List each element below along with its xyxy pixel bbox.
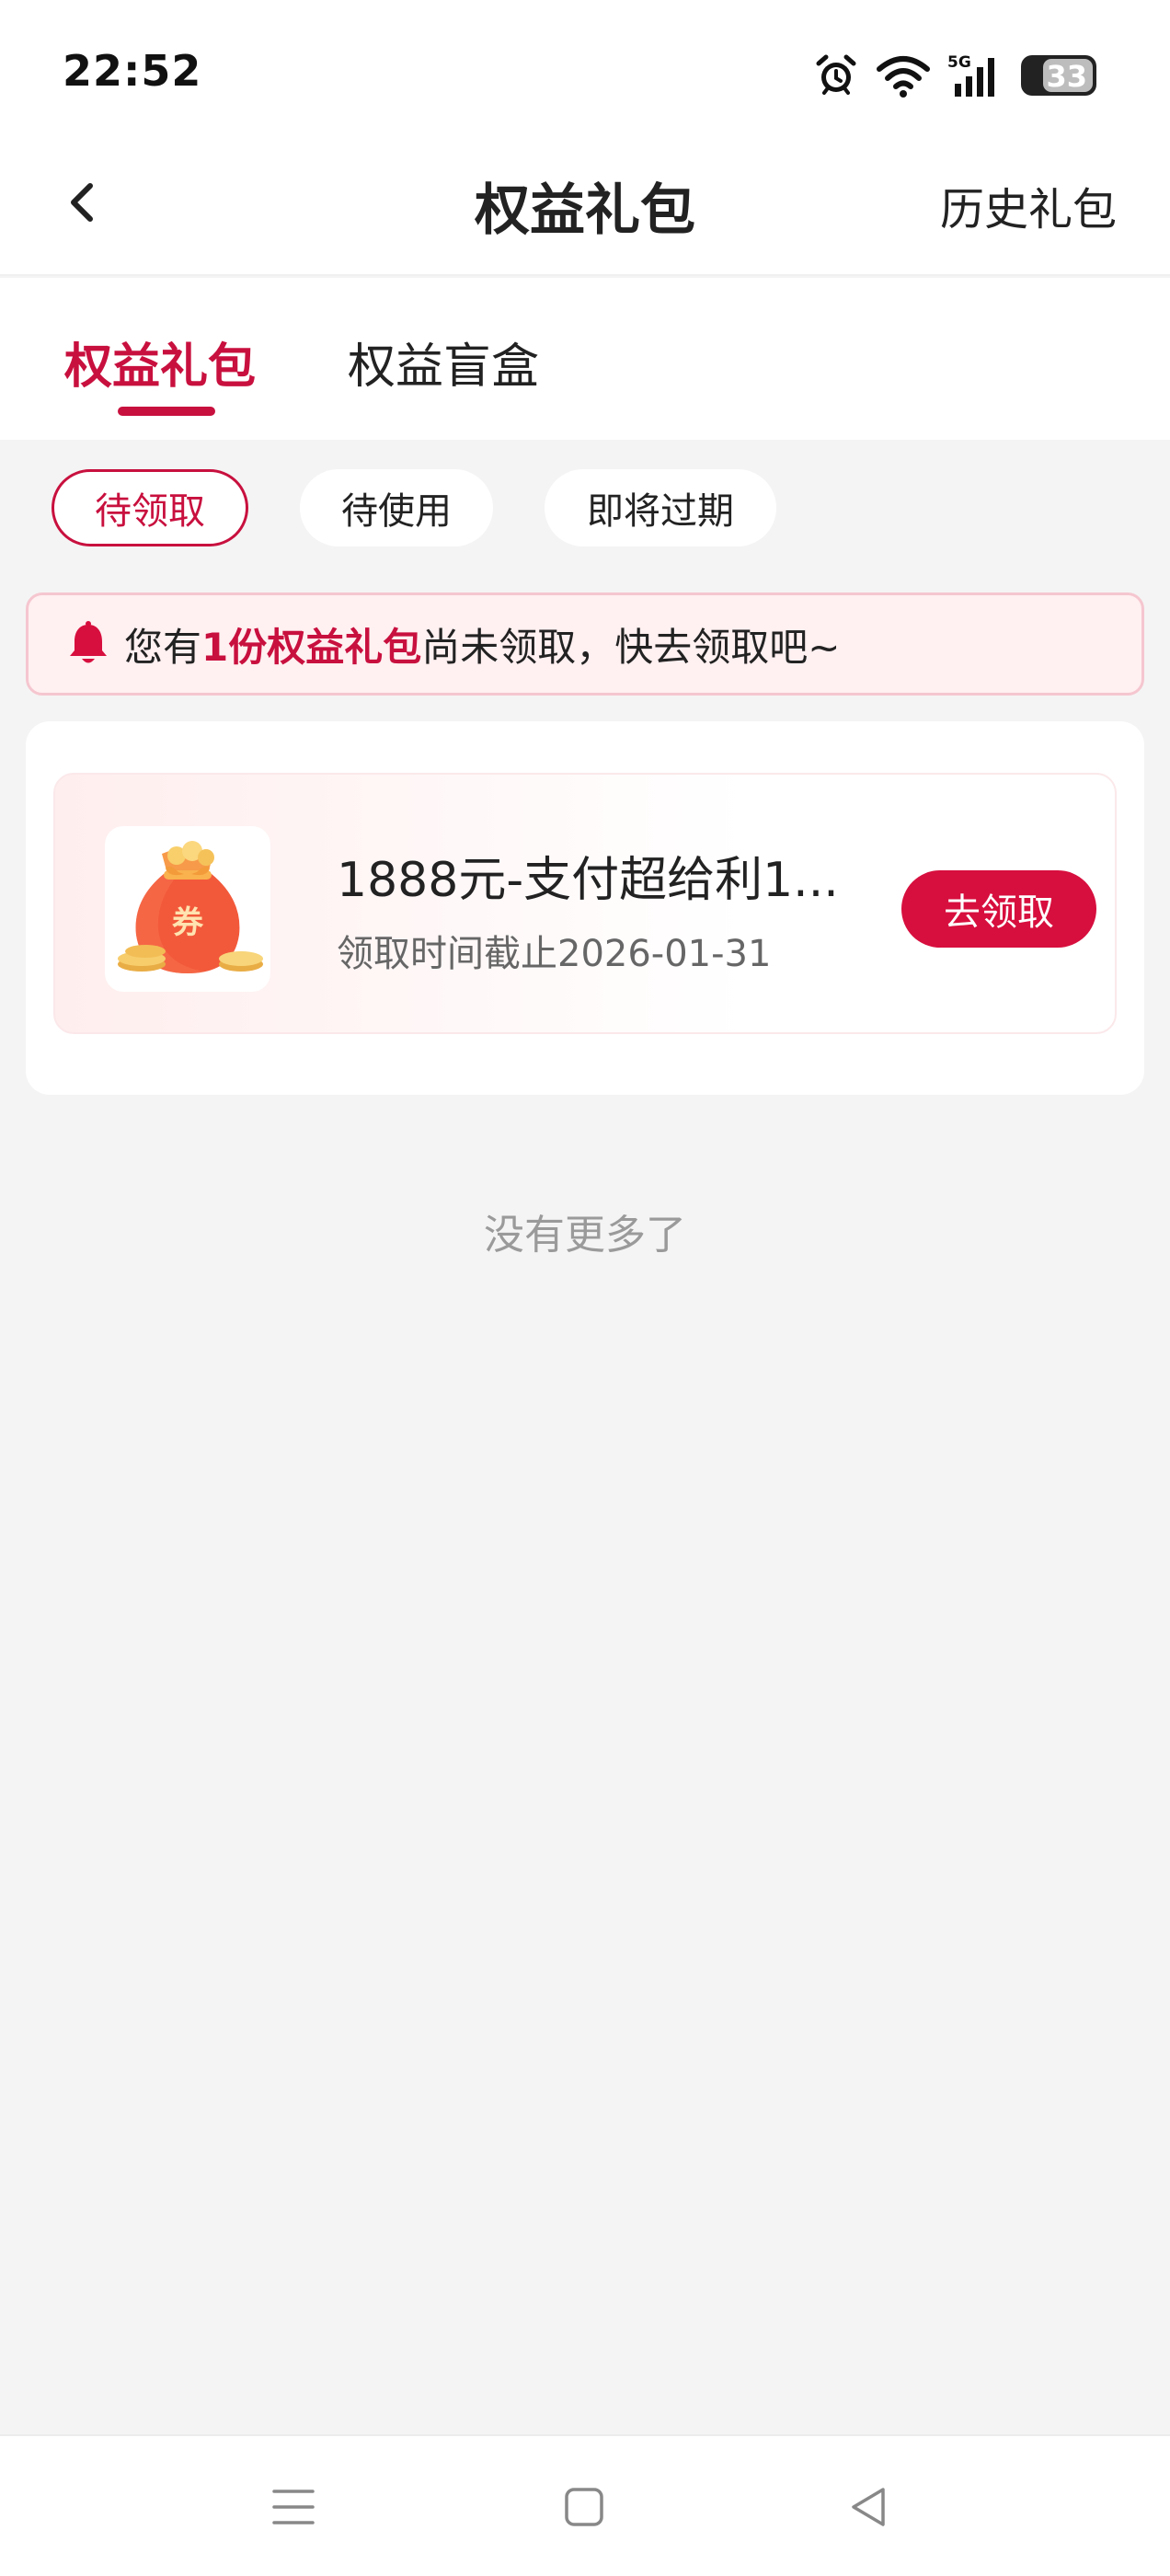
battery-percent: 33 [1046, 59, 1087, 94]
notice-suffix: 尚未领取，快去领取吧~ [421, 624, 841, 670]
home-square-icon[interactable] [561, 2484, 607, 2530]
signal-5g-icon: 5G [947, 53, 994, 97]
gift-deadline: 领取时间截止2026-01-31 [337, 933, 772, 975]
notice-banner: 您有1份权益礼包尚未领取，快去领取吧~ [26, 592, 1144, 696]
status-filters: 待领取 待使用 即将过期 [0, 469, 1170, 548]
coupon-bag-icon: 券 [105, 826, 270, 992]
history-gifts-button[interactable]: 历史礼包 [940, 173, 1117, 237]
bell-icon [70, 621, 107, 663]
tab-blind-box[interactable]: 权益盲盒 [348, 328, 539, 397]
filter-expiring-soon[interactable]: 即将过期 [545, 469, 776, 546]
tab-bar: 权益礼包 权益盲盒 [0, 278, 1170, 440]
gift-card-body: 券 1888元-支付超给利1... 领取时间截止2026-01-31 去领取 [53, 773, 1117, 1034]
svg-text:券: 券 [172, 904, 204, 941]
wifi-icon [877, 56, 930, 98]
status-bar: 22:52 5G 33 [0, 0, 1170, 138]
gift-title: 1888元-支付超给利1... [337, 853, 839, 908]
system-navigation-bar [0, 2434, 1170, 2576]
claim-button[interactable]: 去领取 [901, 870, 1096, 948]
menu-icon[interactable] [270, 2484, 316, 2530]
filter-pending-claim[interactable]: 待领取 [52, 469, 248, 546]
notice-highlight: 1份权益礼包 [201, 624, 422, 670]
status-icons: 5G 33 [813, 48, 1096, 103]
svg-text:5G: 5G [947, 53, 971, 72]
active-tab-indicator [118, 407, 215, 416]
gift-card: 券 1888元-支付超给利1... 领取时间截止2026-01-31 去领取 [26, 721, 1144, 1095]
list-end-text: 没有更多了 [484, 1212, 686, 1259]
alarm-icon [816, 54, 856, 95]
battery-icon: 33 [1021, 55, 1096, 96]
notice-text: 您有1份权益礼包尚未领取，快去领取吧~ [124, 616, 840, 673]
back-triangle-icon[interactable] [846, 2484, 892, 2530]
navigation-bar: 权益礼包 历史礼包 [0, 138, 1170, 276]
status-time: 22:52 [63, 46, 202, 96]
notice-prefix: 您有 [124, 624, 202, 670]
filter-pending-use[interactable]: 待使用 [300, 469, 493, 546]
tab-benefit-gift[interactable]: 权益礼包 [64, 328, 256, 397]
